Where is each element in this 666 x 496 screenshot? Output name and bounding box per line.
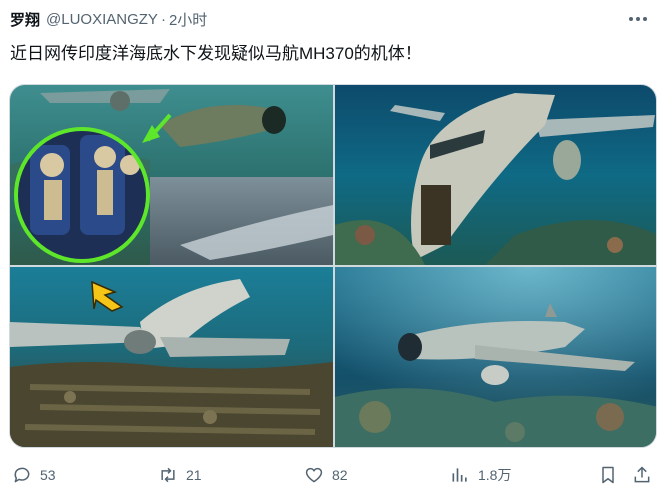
media-image-4[interactable]	[335, 267, 656, 447]
underwater-wreck-inset-image	[10, 85, 333, 265]
post-time[interactable]: 2小时	[169, 9, 207, 30]
media-grid	[9, 84, 657, 448]
author-handle[interactable]: @LUOXIANGZY	[46, 11, 158, 28]
share-button[interactable]	[632, 462, 652, 488]
like-count: 82	[332, 467, 348, 483]
reply-icon	[14, 467, 30, 483]
bookmark-button[interactable]	[598, 462, 618, 488]
share-icon	[634, 466, 650, 483]
views-icon	[452, 468, 467, 482]
post-actions: 53 21 82 1.8万	[10, 462, 656, 488]
more-options-button[interactable]	[626, 8, 650, 30]
author-name[interactable]: 罗翔	[10, 9, 40, 30]
views-button[interactable]: 1.8万	[450, 462, 511, 488]
media-image-3[interactable]	[10, 267, 333, 447]
views-count: 1.8万	[478, 467, 512, 483]
rusted-airliner-image	[335, 85, 656, 265]
bookmark-icon	[602, 466, 614, 484]
propeller-plane-wreck-image	[335, 267, 656, 447]
broken-airliner-image	[10, 267, 333, 447]
post-header: 罗翔 @LUOXIANGZY · 2小时	[10, 8, 656, 30]
media-image-1[interactable]	[10, 85, 333, 265]
reply-button[interactable]: 53	[12, 462, 56, 488]
post-text: 近日网传印度洋海底水下发现疑似马航MH370的机体！	[10, 44, 422, 63]
like-button[interactable]: 82	[304, 462, 348, 488]
more-icon	[629, 17, 633, 21]
retweet-button[interactable]: 21	[158, 462, 202, 488]
retweet-icon	[161, 467, 175, 483]
reply-count: 53	[40, 467, 56, 483]
separator-dot: ·	[160, 10, 166, 28]
like-icon	[305, 467, 323, 483]
retweet-count: 21	[186, 467, 202, 483]
media-image-2[interactable]	[335, 85, 656, 265]
